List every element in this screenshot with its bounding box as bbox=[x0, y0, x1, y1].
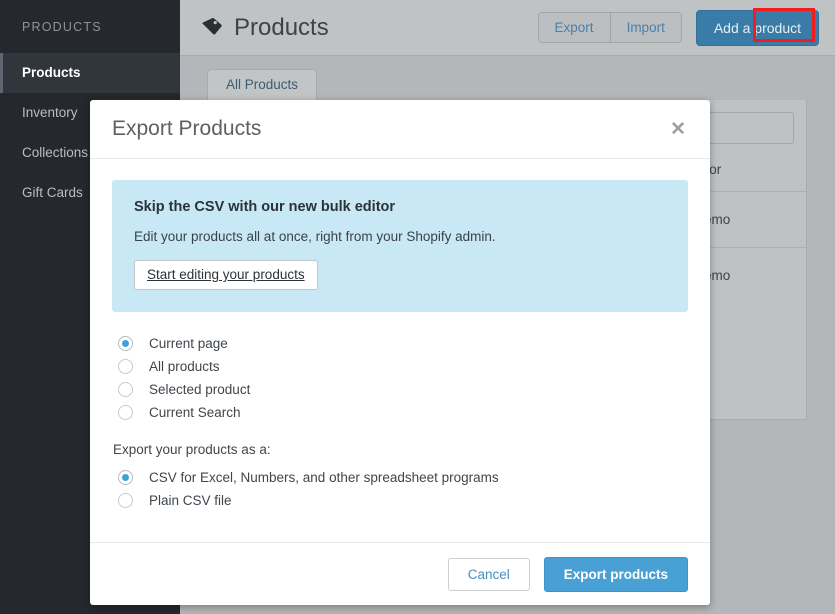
modal-footer: Cancel Export products bbox=[90, 542, 710, 605]
radio-icon[interactable] bbox=[118, 359, 133, 374]
export-format-radio-group: CSV for Excel, Numbers, and other spread… bbox=[112, 466, 688, 512]
modal-title: Export Products bbox=[112, 117, 664, 141]
radio-option-selected-product[interactable]: Selected product bbox=[112, 378, 688, 401]
radio-icon[interactable] bbox=[118, 470, 133, 485]
radio-label: CSV for Excel, Numbers, and other spread… bbox=[149, 470, 499, 485]
export-products-button[interactable]: Export products bbox=[544, 557, 688, 592]
radio-label: Current Search bbox=[149, 405, 241, 420]
modal-header: Export Products ✕ bbox=[90, 100, 710, 159]
banner-description: Edit your products all at once, right fr… bbox=[134, 229, 666, 244]
radio-label: All products bbox=[149, 359, 220, 374]
radio-option-plain-csv-file[interactable]: Plain CSV file bbox=[112, 489, 688, 512]
export-scope-radio-group: Current page All products Selected produ… bbox=[112, 332, 688, 424]
radio-icon[interactable] bbox=[118, 405, 133, 420]
radio-icon[interactable] bbox=[118, 493, 133, 508]
export-products-modal: Export Products ✕ Skip the CSV with our … bbox=[90, 100, 710, 605]
modal-body: Skip the CSV with our new bulk editor Ed… bbox=[90, 159, 710, 542]
radio-option-all-products[interactable]: All products bbox=[112, 355, 688, 378]
radio-label: Selected product bbox=[149, 382, 250, 397]
radio-icon[interactable] bbox=[118, 382, 133, 397]
radio-option-csv-for-excel[interactable]: CSV for Excel, Numbers, and other spread… bbox=[112, 466, 688, 489]
bulk-editor-banner: Skip the CSV with our new bulk editor Ed… bbox=[112, 180, 688, 312]
radio-label: Plain CSV file bbox=[149, 493, 232, 508]
modal-overlay: Export Products ✕ Skip the CSV with our … bbox=[0, 0, 835, 614]
close-icon[interactable]: ✕ bbox=[664, 116, 692, 143]
radio-option-current-search[interactable]: Current Search bbox=[112, 401, 688, 424]
start-editing-your-products-button[interactable]: Start editing your products bbox=[134, 260, 318, 290]
radio-option-current-page[interactable]: Current page bbox=[112, 332, 688, 355]
radio-label: Current page bbox=[149, 336, 228, 351]
banner-title: Skip the CSV with our new bulk editor bbox=[134, 199, 666, 215]
cancel-button[interactable]: Cancel bbox=[448, 558, 530, 591]
export-format-section: Export your products as a: CSV for Excel… bbox=[112, 442, 688, 512]
export-format-label: Export your products as a: bbox=[112, 442, 688, 457]
radio-icon[interactable] bbox=[118, 336, 133, 351]
